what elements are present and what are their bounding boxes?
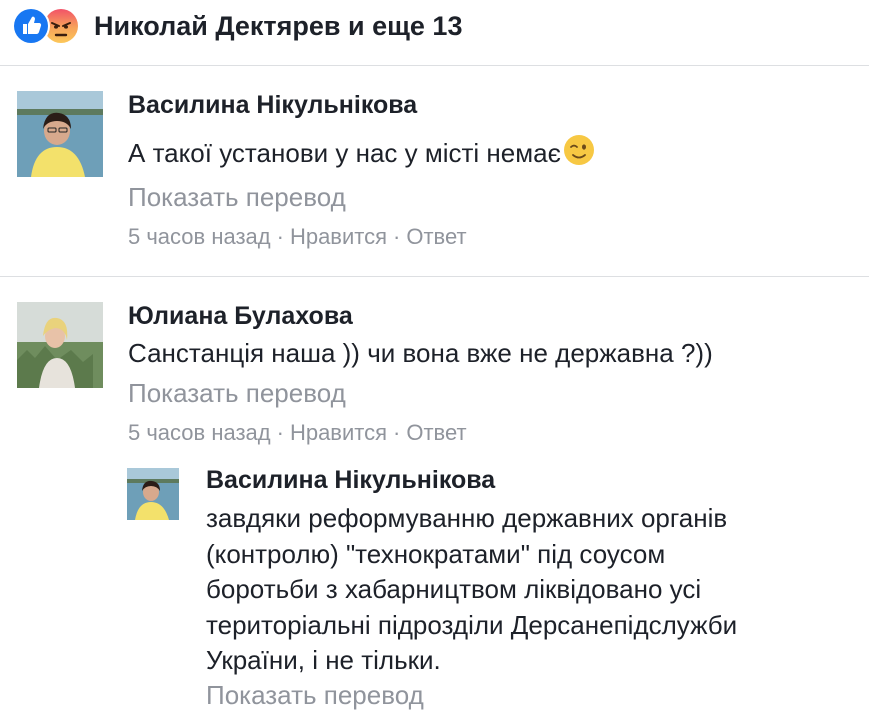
comment-timestamp[interactable]: 5 часов назад (128, 420, 271, 445)
angry-icon (44, 9, 78, 43)
like-icon (14, 9, 48, 43)
comment-text: А такої установи у нас у місті немає (128, 134, 595, 171)
avatar[interactable] (17, 91, 103, 177)
reply-text-line: України, і не тільки. (206, 645, 441, 675)
separator-dot: · (276, 224, 284, 249)
separator-dot: · (276, 420, 284, 445)
separator-dot: · (393, 224, 401, 249)
comment-text-content: А такої установи у нас у місті немає (128, 138, 561, 168)
reaction-icons (14, 9, 88, 43)
avatar[interactable] (17, 302, 103, 388)
separator-dot: · (393, 420, 401, 445)
comment-timestamp[interactable]: 5 часов назад (128, 224, 271, 249)
like-link[interactable]: Нравится (290, 224, 387, 249)
show-translation-link[interactable]: Показать перевод (128, 182, 346, 213)
reactions-summary[interactable]: Николай Дектярев и еще 13 (0, 0, 869, 66)
comment-author[interactable]: Василина Нікульнікова (128, 91, 417, 120)
reactions-summary-text[interactable]: Николай Дектярев и еще 13 (94, 9, 462, 43)
reply-link[interactable]: Ответ (406, 420, 466, 445)
comment-meta: 5 часов назад · Нравится · Ответ (128, 224, 467, 250)
show-translation-link[interactable]: Показать перевод (128, 378, 346, 409)
comment-divider (0, 276, 869, 277)
reply-text-line: боротьби з хабарництвом ліквідовано усі (206, 574, 702, 604)
like-link[interactable]: Нравится (290, 420, 387, 445)
reply-text-line: (контролю) "технократами" під соусом (206, 538, 666, 569)
reply-text-line: територіальні підрозділи Дерсанепідслужб… (206, 609, 738, 640)
comment-text: Санстанція наша )) чи вона вже не держав… (128, 338, 713, 368)
reply-author[interactable]: Василина Нікульнікова (206, 466, 495, 495)
reply-text: завдяки реформуванню державних органів (… (206, 501, 737, 679)
reply-link[interactable]: Ответ (406, 224, 466, 249)
wink-emoji-icon (563, 134, 595, 166)
show-translation-link[interactable]: Показать перевод (206, 680, 424, 711)
comment-meta: 5 часов назад · Нравится · Ответ (128, 420, 467, 446)
reply-text-line: завдяки реформуванню державних органів (206, 503, 728, 533)
reply-avatar[interactable] (127, 468, 179, 520)
comment-author[interactable]: Юлиана Булахова (128, 302, 353, 331)
